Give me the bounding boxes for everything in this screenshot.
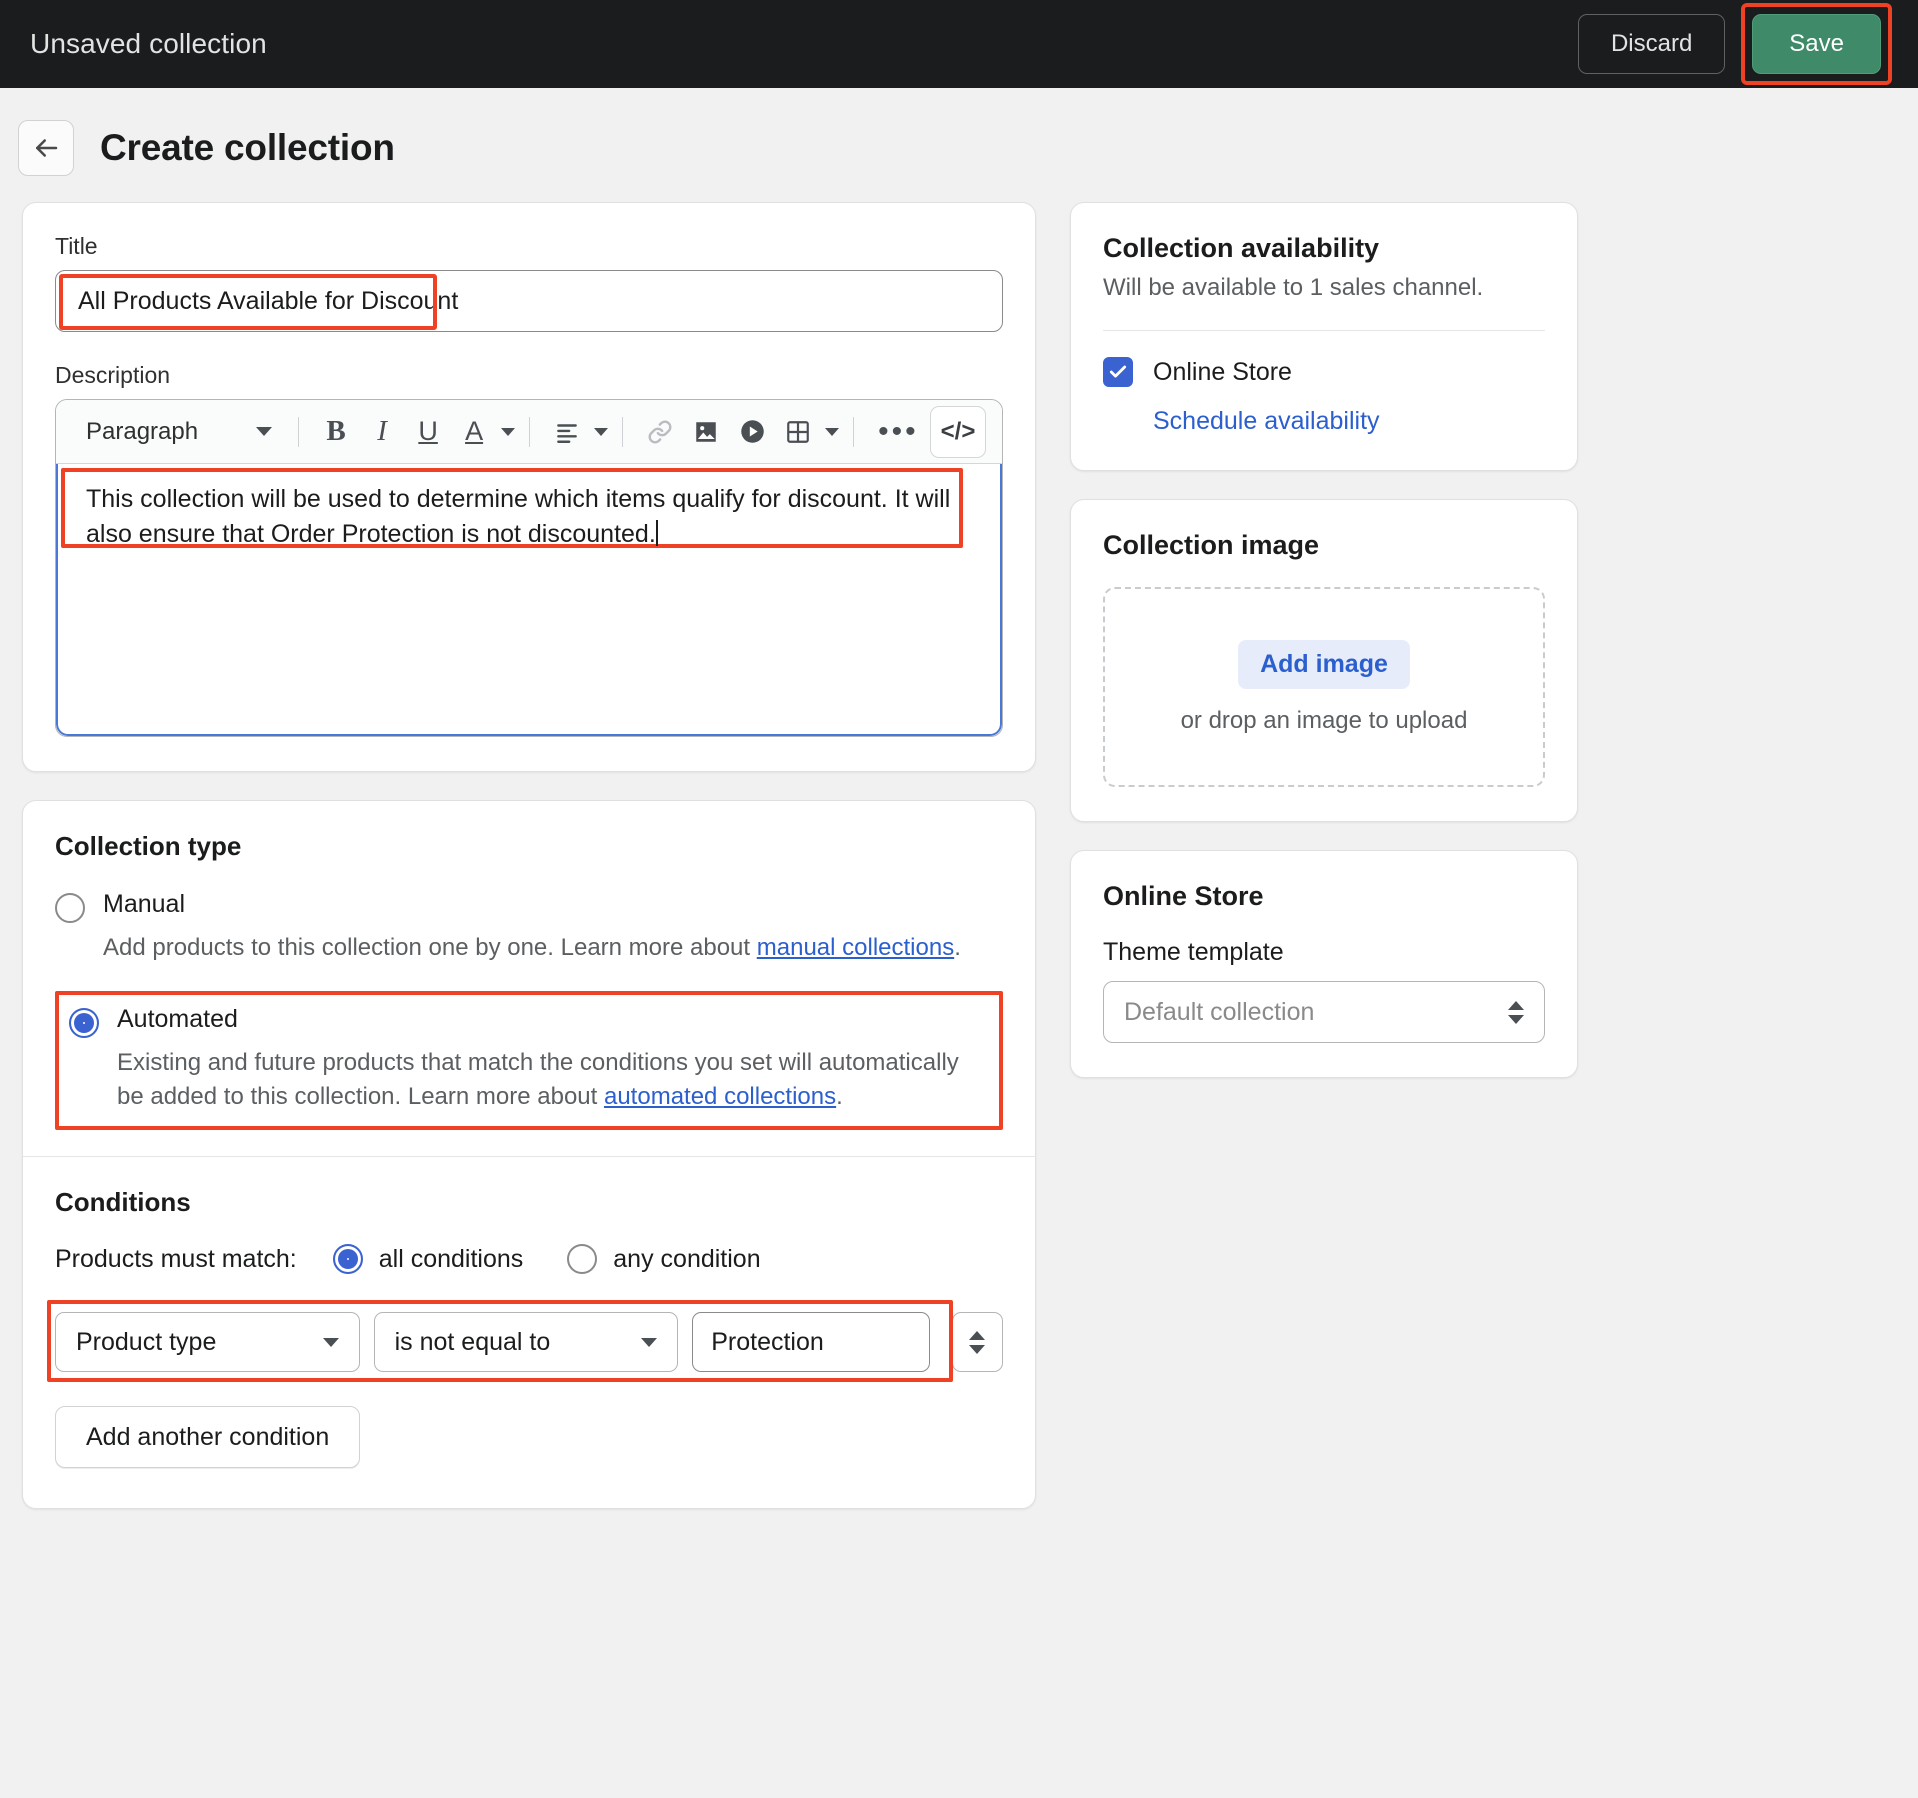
bold-icon[interactable]: B bbox=[313, 409, 359, 455]
underline-icon[interactable]: U bbox=[405, 409, 451, 455]
automated-label: Automated bbox=[117, 1005, 238, 1034]
collection-image-card: Collection image Add image or drop an im… bbox=[1070, 499, 1578, 822]
align-left-icon[interactable] bbox=[544, 409, 590, 455]
chevron-up-icon bbox=[969, 1330, 986, 1340]
save-button-annotation: Save bbox=[1741, 3, 1892, 85]
match-all-conditions-option[interactable]: all conditions bbox=[332, 1244, 524, 1275]
manual-help-text: Add products to this collection one by o… bbox=[103, 934, 961, 961]
title-input-value: All Products Available for Discount bbox=[78, 286, 459, 315]
video-icon[interactable] bbox=[729, 409, 775, 455]
theme-template-label: Theme template bbox=[1103, 938, 1284, 966]
block-format-select[interactable]: Paragraph bbox=[72, 412, 284, 452]
collection-type-automated-option[interactable]: Automated Existing and future products t… bbox=[55, 991, 1003, 1131]
collection-availability-card: Collection availability Will be availabl… bbox=[1070, 202, 1578, 471]
more-options-icon[interactable]: ••• bbox=[868, 415, 929, 449]
chevron-up-icon bbox=[1508, 1000, 1524, 1010]
description-editor: Paragraph B I U A ••• </> This collectio… bbox=[55, 399, 1003, 737]
theme-select-stepper-icon bbox=[1508, 1000, 1524, 1024]
top-save-bar: Unsaved collection Discard Save bbox=[0, 0, 1918, 88]
unsaved-collection-title: Unsaved collection bbox=[30, 28, 267, 59]
match-any-condition-option[interactable]: any condition bbox=[567, 1244, 761, 1275]
all-conditions-radio[interactable] bbox=[332, 1244, 363, 1275]
table-icon[interactable] bbox=[775, 409, 821, 455]
italic-icon[interactable]: I bbox=[359, 409, 405, 455]
image-dropzone[interactable]: Add image or drop an image to upload bbox=[1103, 587, 1545, 787]
any-condition-label: any condition bbox=[613, 1244, 761, 1273]
condition-row: Product type is not equal to Protection bbox=[47, 1300, 1003, 1383]
description-value: This collection will be used to determin… bbox=[86, 485, 951, 548]
condition-value-text: Protection bbox=[711, 1327, 824, 1356]
condition-reorder-stepper[interactable] bbox=[951, 1312, 1003, 1373]
condition-operator-chevron-down-icon bbox=[641, 1337, 658, 1347]
description-label: Description bbox=[55, 362, 171, 388]
all-conditions-label: all conditions bbox=[378, 1244, 524, 1273]
condition-field-select[interactable]: Product type bbox=[55, 1312, 360, 1373]
automated-help-text: Existing and future products that match … bbox=[117, 1049, 959, 1111]
block-format-value: Paragraph bbox=[86, 417, 199, 445]
any-condition-radio[interactable] bbox=[567, 1244, 598, 1275]
manual-label: Manual bbox=[103, 890, 185, 918]
page-header: Create collection bbox=[0, 88, 1918, 202]
text-color-icon[interactable]: A bbox=[451, 409, 497, 455]
editor-toolbar: Paragraph B I U A ••• </> bbox=[56, 400, 1002, 464]
toolbar-divider-2 bbox=[529, 416, 531, 447]
online-store-card: Online Store Theme template Default coll… bbox=[1070, 850, 1578, 1078]
title-description-card: Title All Products Available for Discoun… bbox=[22, 202, 1036, 772]
products-must-match-row: Products must match: all conditions any … bbox=[55, 1244, 1003, 1275]
condition-value-input[interactable]: Protection bbox=[692, 1312, 930, 1373]
products-must-match-label: Products must match: bbox=[55, 1244, 297, 1273]
chevron-down-icon[interactable] bbox=[256, 427, 273, 436]
automated-radio[interactable] bbox=[69, 1008, 99, 1039]
page-title: Create collection bbox=[100, 127, 395, 168]
add-image-button[interactable]: Add image bbox=[1238, 639, 1410, 689]
condition-field-value: Product type bbox=[76, 1327, 217, 1356]
manual-radio[interactable] bbox=[55, 893, 85, 923]
code-view-icon[interactable]: </> bbox=[930, 405, 986, 458]
collection-type-manual-option[interactable]: Manual bbox=[55, 890, 1003, 923]
table-chevron-down-icon[interactable] bbox=[825, 427, 840, 436]
schedule-availability-link[interactable]: Schedule availability bbox=[1153, 407, 1380, 436]
title-label: Title bbox=[55, 233, 98, 259]
collection-availability-subtitle: Will be available to 1 sales channel. bbox=[1103, 274, 1484, 301]
toolbar-divider-3 bbox=[622, 416, 624, 447]
description-textarea[interactable]: This collection will be used to determin… bbox=[56, 464, 1002, 736]
topbar-actions: Discard Save bbox=[1577, 3, 1892, 85]
condition-field-chevron-down-icon bbox=[322, 1337, 339, 1347]
theme-template-select[interactable]: Default collection bbox=[1103, 981, 1545, 1043]
align-chevron-down-icon[interactable] bbox=[594, 427, 609, 436]
save-button[interactable]: Save bbox=[1752, 14, 1881, 74]
text-cursor bbox=[655, 519, 658, 546]
text-color-chevron-down-icon[interactable] bbox=[501, 427, 516, 436]
conditions-title: Conditions bbox=[55, 1187, 191, 1218]
discard-button[interactable]: Discard bbox=[1577, 14, 1726, 74]
add-another-condition-button[interactable]: Add another condition bbox=[55, 1406, 361, 1469]
availability-divider bbox=[1103, 330, 1545, 331]
automated-collections-link[interactable]: automated collections bbox=[604, 1083, 836, 1110]
toolbar-divider-4 bbox=[853, 416, 855, 447]
condition-operator-select[interactable]: is not equal to bbox=[373, 1312, 679, 1373]
chevron-down-icon bbox=[969, 1344, 986, 1354]
collection-type-title: Collection type bbox=[55, 831, 242, 861]
theme-template-value: Default collection bbox=[1124, 997, 1315, 1026]
image-icon[interactable] bbox=[683, 409, 729, 455]
condition-operator-value: is not equal to bbox=[394, 1327, 551, 1356]
toolbar-divider bbox=[298, 416, 300, 447]
back-arrow-icon[interactable] bbox=[18, 120, 74, 176]
online-store-channel-row[interactable]: Online Store bbox=[1103, 357, 1545, 387]
title-input[interactable]: All Products Available for Discount bbox=[55, 270, 1003, 332]
collection-type-card: Collection type Manual Add products to t… bbox=[22, 800, 1036, 1510]
chevron-down-icon bbox=[1508, 1014, 1524, 1024]
collection-availability-title: Collection availability bbox=[1103, 233, 1380, 263]
drop-image-hint: or drop an image to upload bbox=[1180, 706, 1468, 734]
sidebar-column: Collection availability Will be availabl… bbox=[1070, 202, 1578, 1106]
online-store-title: Online Store bbox=[1103, 881, 1264, 911]
online-store-checkbox[interactable] bbox=[1103, 357, 1133, 387]
collection-image-title: Collection image bbox=[1103, 530, 1320, 560]
online-store-channel-label: Online Store bbox=[1153, 357, 1292, 386]
main-column: Title All Products Available for Discoun… bbox=[22, 202, 1036, 1537]
link-icon[interactable] bbox=[637, 409, 683, 455]
manual-collections-link[interactable]: manual collections bbox=[757, 934, 954, 961]
page-layout: Title All Products Available for Discoun… bbox=[0, 202, 1918, 1537]
